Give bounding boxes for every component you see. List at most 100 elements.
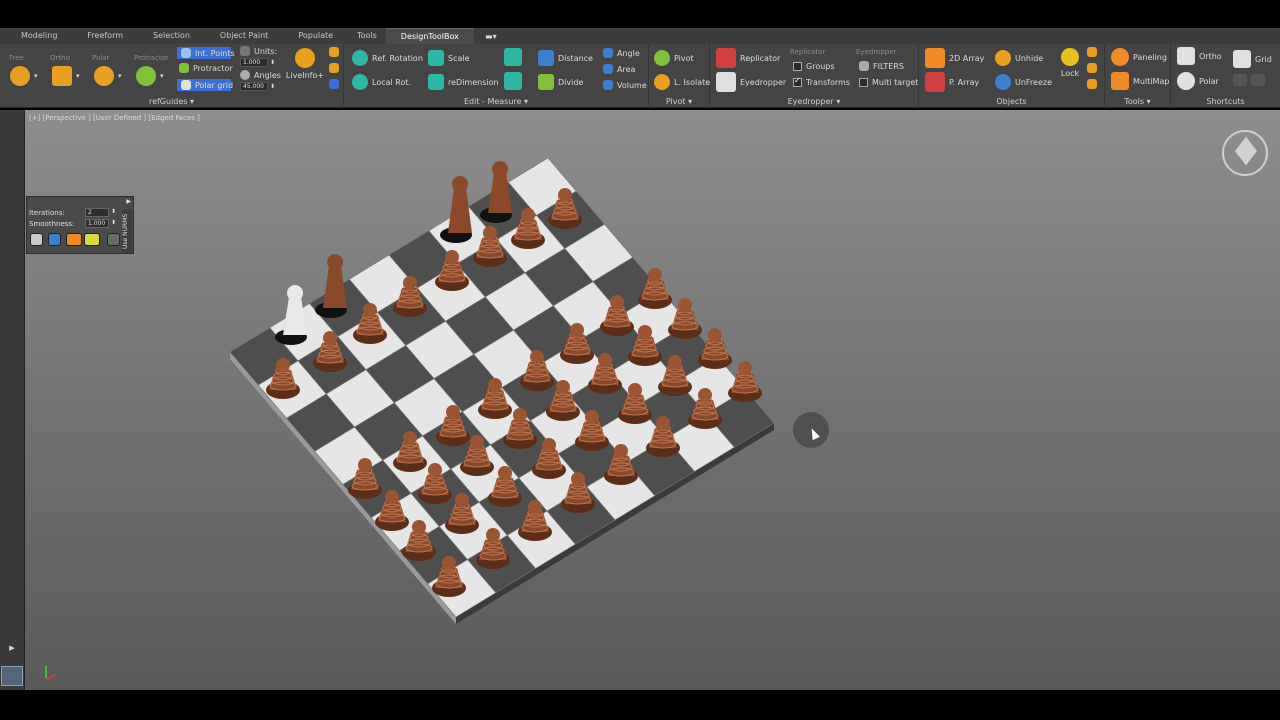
- protractor-toggle[interactable]: Protractor: [179, 63, 233, 73]
- multi-target-check[interactable]: [859, 78, 868, 87]
- distance-button[interactable]: Distance: [538, 50, 593, 66]
- ribbon: Free Ortho Polar Protractor ▾ ▾ ▾ ▾ Int.…: [0, 44, 1280, 108]
- tab-freeform[interactable]: Freeform: [72, 28, 138, 44]
- edit-mini-1[interactable]: [504, 48, 526, 66]
- tab-object-paint[interactable]: Object Paint: [205, 28, 283, 44]
- triangle-icon: [329, 63, 339, 73]
- area-icon: [603, 64, 613, 74]
- left-command-strip: ▶: [0, 110, 25, 690]
- tab-designtoolbox[interactable]: DesignToolBox: [385, 28, 474, 44]
- tab-populate[interactable]: Populate: [283, 28, 348, 44]
- 2d-array-button[interactable]: 2D Array: [925, 48, 984, 68]
- angles-spinner[interactable]: 45.000 ⬍: [240, 82, 275, 91]
- replicator-label: Replicator: [740, 53, 781, 63]
- 2d-array-label: 2D Array: [949, 53, 985, 63]
- replicator-button[interactable]: Replicator: [716, 48, 780, 68]
- transforms-check[interactable]: [793, 76, 802, 87]
- local-rot-button[interactable]: Local Rot.: [352, 74, 411, 90]
- groups-checkbox[interactable]: Groups: [793, 62, 835, 71]
- panel-refguides: Free Ortho Polar Protractor ▾ ▾ ▾ ▾ Int.…: [0, 44, 344, 108]
- tab-modeling[interactable]: Modeling: [6, 28, 72, 44]
- unhide-button[interactable]: Unhide: [995, 50, 1043, 66]
- panel-pivot: Pivot L. Isolate Pivot ▾: [649, 44, 710, 108]
- panel-eyedropper: Replicator Eyedropper Replicator Groups …: [710, 44, 919, 108]
- scale-icon: [428, 50, 444, 66]
- grid-icon: [1233, 50, 1251, 68]
- padlock-icon: [1087, 79, 1097, 89]
- divide-button[interactable]: Divide: [538, 74, 583, 90]
- polar-snap-button[interactable]: ▾: [94, 66, 122, 86]
- edit-mini-2[interactable]: [504, 72, 526, 90]
- protractor-snap-button[interactable]: ▾: [136, 66, 164, 86]
- divide-label: Divide: [558, 77, 584, 87]
- camera-icon: [329, 47, 339, 57]
- grid-shortcut-button[interactable]: Grid: [1233, 50, 1272, 68]
- filters-button[interactable]: FILTERS: [859, 61, 904, 71]
- units-spinner[interactable]: 1.000 ⬍: [240, 58, 275, 67]
- p-array-button[interactable]: P. Array: [925, 72, 979, 92]
- multi-target-checkbox[interactable]: Multi target: [859, 78, 918, 87]
- redimension-icon: [428, 74, 444, 90]
- refguide-mini-3[interactable]: [329, 79, 343, 89]
- tab-selection[interactable]: Selection: [138, 28, 205, 44]
- l-isolate-icon: [654, 74, 670, 90]
- chessboard-scene[interactable]: [25, 110, 1280, 690]
- polar-grid-toggle[interactable]: Polar grid: [177, 79, 233, 91]
- status-bar: [0, 690, 1280, 720]
- title-bar: [0, 0, 1280, 28]
- units-field[interactable]: 1.000: [240, 58, 268, 67]
- redimension-button[interactable]: reDimension: [428, 74, 499, 90]
- viewport-layout-button[interactable]: [1, 666, 23, 686]
- lock-mini-2[interactable]: [1087, 63, 1101, 73]
- transforms-checkbox[interactable]: Transforms: [793, 76, 850, 87]
- angles-field[interactable]: 45.000: [240, 82, 268, 91]
- edit-measure-title[interactable]: Edit - Measure ▾: [344, 97, 648, 106]
- tab-tools[interactable]: Tools: [348, 28, 386, 44]
- refguides-title[interactable]: refGuides ▾: [0, 97, 343, 106]
- tools-title[interactable]: Tools ▾: [1105, 97, 1170, 106]
- unfreeze-label: UnFreeze: [1015, 77, 1053, 87]
- lock-mini-3[interactable]: [1087, 79, 1101, 89]
- lock-button[interactable]: Lock: [1059, 48, 1081, 78]
- volume-icon: [603, 80, 613, 90]
- lock-mini-1[interactable]: [1087, 47, 1101, 57]
- pivot-label: Pivot: [674, 53, 694, 63]
- scale-button[interactable]: Scale: [428, 50, 470, 66]
- area-button[interactable]: Area: [603, 64, 635, 74]
- polar-shortcut-button[interactable]: Polar: [1177, 72, 1219, 90]
- free-snap-button[interactable]: ▾: [10, 66, 38, 86]
- pivot-title[interactable]: Pivot ▾: [649, 97, 709, 106]
- volume-button[interactable]: Volume: [603, 80, 647, 90]
- groups-check[interactable]: [793, 62, 802, 71]
- liveinfo-label: LiveInfo+: [285, 71, 325, 80]
- angle-icon: [603, 48, 613, 58]
- ortho-snap-button[interactable]: ▾: [52, 66, 80, 86]
- refguide-mini-1[interactable]: [329, 47, 343, 57]
- 3d-viewport[interactable]: [+] [Perspective ] [User Defined ] [Edge…: [25, 110, 1280, 690]
- int-points-toggle[interactable]: Int. Points: [177, 47, 235, 59]
- eyedropper-label: Eyedropper: [740, 77, 787, 87]
- liveinfo-button[interactable]: LiveInfo+: [285, 48, 325, 80]
- eyedropper-title[interactable]: Eyedropper ▾: [710, 97, 918, 106]
- angle-button[interactable]: Angle: [603, 48, 640, 58]
- replicator-icon: [716, 48, 736, 68]
- l-isolate-button[interactable]: L. Isolate: [654, 74, 710, 90]
- ortho-shortcut-button[interactable]: Ortho: [1177, 47, 1222, 65]
- unfreeze-button[interactable]: UnFreeze: [995, 74, 1052, 90]
- angle-label: Angle: [617, 48, 640, 58]
- pivot-button[interactable]: Pivot: [654, 50, 694, 66]
- multimap-button[interactable]: MultiMap: [1111, 72, 1169, 90]
- filters-label: FILTERS: [873, 61, 904, 71]
- eyedropper-button[interactable]: Eyedropper: [716, 72, 786, 92]
- 2d-array-icon: [925, 48, 945, 68]
- paneling-button[interactable]: Paneling: [1111, 48, 1167, 66]
- ribbon-options-icon[interactable]: ▬▾: [480, 30, 502, 42]
- expand-arrow-icon[interactable]: ▶: [5, 644, 19, 656]
- polar-grid-icon: [181, 80, 191, 90]
- shortcut-mini[interactable]: [1233, 74, 1269, 86]
- viewcube-icon[interactable]: [1222, 130, 1268, 176]
- ref-rotation-button[interactable]: Ref. Rotation: [352, 50, 423, 66]
- refguide-mini-2[interactable]: [329, 63, 343, 73]
- free-snap-icon: [10, 66, 30, 86]
- units-label-row: Units:: [240, 46, 277, 56]
